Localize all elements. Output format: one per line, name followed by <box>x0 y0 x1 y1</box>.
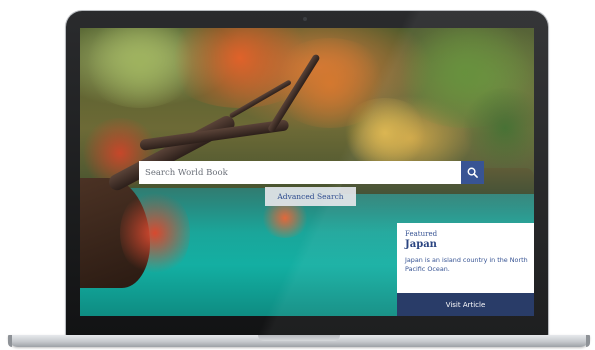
search-icon <box>467 167 478 178</box>
featured-description: Japan is an island country in the North … <box>405 256 528 273</box>
screen: Advanced Search Featured Japan Japan is … <box>80 28 534 316</box>
base-notch <box>258 335 340 341</box>
search-input[interactable] <box>139 161 461 184</box>
featured-title[interactable]: Japan <box>405 239 437 250</box>
featured-label: Featured <box>405 230 438 238</box>
camera <box>303 17 307 21</box>
advanced-search-button[interactable]: Advanced Search <box>265 187 356 206</box>
visit-article-button[interactable]: Visit Article <box>397 293 534 316</box>
base-left-edge <box>8 335 12 347</box>
laptop-base <box>8 335 590 347</box>
search-button[interactable] <box>461 161 484 184</box>
laptop-frame: Advanced Search Featured Japan Japan is … <box>66 11 548 336</box>
base-right-edge <box>586 335 590 347</box>
search-bar <box>139 161 484 184</box>
featured-card: Featured Japan Japan is an island countr… <box>397 223 534 316</box>
